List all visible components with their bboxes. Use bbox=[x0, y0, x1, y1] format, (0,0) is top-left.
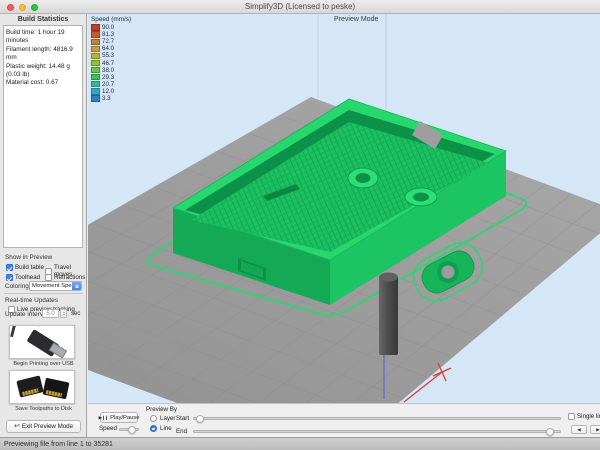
standoff-boss-hole bbox=[356, 173, 371, 183]
legend-swatch bbox=[91, 74, 100, 80]
legend-swatch bbox=[91, 88, 100, 94]
start-slider-label: Start bbox=[176, 415, 189, 422]
line-radio-label: Line bbox=[160, 425, 172, 432]
save-toolpaths-button[interactable] bbox=[9, 370, 75, 404]
sd-caption: Save Toolpaths to Disk bbox=[0, 406, 87, 412]
play-pause-icon: ▶❙❙ bbox=[99, 415, 109, 421]
build-table-label: Build table bbox=[15, 264, 44, 271]
3d-scene[interactable] bbox=[88, 14, 600, 403]
exit-preview-label: Exit Preview Mode bbox=[22, 423, 73, 430]
toolhead-checkbox[interactable] bbox=[6, 274, 13, 281]
title-bar: Simplify3D (Licensed to peske) bbox=[0, 0, 600, 14]
update-interval-field[interactable]: 5.0 bbox=[42, 309, 59, 318]
checkbox-retractions[interactable]: Retractions bbox=[45, 274, 85, 281]
legend-swatch bbox=[91, 67, 100, 73]
retractions-checkbox[interactable] bbox=[45, 274, 52, 281]
update-interval-unit: sec bbox=[71, 311, 80, 317]
usb-print-button[interactable] bbox=[9, 325, 75, 359]
sd-card-icon bbox=[16, 375, 43, 397]
exit-arrow-icon: ↩ bbox=[14, 424, 20, 430]
layer-radio-label: Layer bbox=[160, 415, 175, 422]
single-line-checkbox[interactable] bbox=[568, 413, 575, 420]
build-statistics-title: Build Statistics bbox=[0, 16, 86, 23]
checkbox-toolhead[interactable]: Toolhead bbox=[6, 274, 40, 281]
legend-swatch bbox=[91, 24, 100, 30]
preview-sidebar: Build Statistics Build time: 1 hour 19 m… bbox=[0, 14, 87, 437]
coloring-dropdown[interactable]: Movement Speed bbox=[29, 281, 82, 291]
legend-swatch bbox=[91, 60, 100, 66]
ear-hole bbox=[442, 266, 455, 279]
play-pause-label: Play/Pause bbox=[110, 415, 139, 421]
update-interval-stepper-icon[interactable] bbox=[60, 309, 67, 318]
preview-controls-bar: ▶❙❙ Play/Pause Speed Preview By Layer Li… bbox=[88, 403, 600, 437]
line-radio[interactable] bbox=[150, 425, 157, 432]
stat-plastic-weight: Plastic weight: 14.48 g (0.03 lb) bbox=[6, 63, 80, 80]
play-pause-button[interactable]: ▶❙❙ Play/Pause bbox=[100, 412, 138, 423]
toolhead-cylinder bbox=[379, 276, 398, 355]
exit-preview-button[interactable]: ↩ Exit Preview Mode bbox=[6, 420, 81, 433]
legend-swatch bbox=[91, 31, 100, 37]
end-slider-label: End bbox=[176, 428, 187, 435]
single-line-label: Single line or bbox=[577, 413, 600, 420]
usb-caption: Begin Printing over USB bbox=[0, 361, 87, 367]
layer-radio[interactable] bbox=[150, 415, 157, 422]
previous-line-button[interactable]: ◀ bbox=[571, 425, 587, 434]
legend-swatch bbox=[91, 39, 100, 45]
build-statistics-box: Build time: 1 hour 19 minutes Filament l… bbox=[3, 25, 83, 248]
window-title: Simplify3D (Licensed to peske) bbox=[0, 2, 600, 11]
speed-legend: Speed (mm/s) 90.0 81.3 72.7 64.0 55.3 46… bbox=[91, 16, 131, 102]
previous-icon: ◀ bbox=[577, 427, 580, 432]
coloring-value: Movement Speed bbox=[30, 283, 72, 289]
end-slider-knob[interactable] bbox=[546, 428, 554, 436]
dropdown-stepper-icon[interactable] bbox=[72, 282, 81, 290]
start-slider-track[interactable] bbox=[193, 417, 561, 420]
legend-swatch bbox=[91, 81, 100, 87]
stat-material-cost: Material cost: 0.67 bbox=[6, 79, 80, 87]
preview-mode-label: Preview Mode bbox=[334, 16, 378, 23]
stat-filament-length: Filament length: 4816.9 mm bbox=[6, 46, 80, 63]
preview-by-label: Preview By bbox=[146, 406, 177, 413]
stat-build-time: Build time: 1 hour 19 minutes bbox=[6, 29, 80, 46]
start-slider-knob[interactable] bbox=[196, 415, 204, 423]
toolhead-label: Toolhead bbox=[15, 274, 40, 281]
show-in-preview-label: Show in Preview bbox=[5, 254, 52, 261]
standoff-boss-hole bbox=[413, 193, 429, 202]
preview-3d-viewport[interactable]: Preview Mode Speed (mm/s) 90.0 81.3 72.7… bbox=[88, 14, 600, 403]
checkbox-build-table[interactable]: Build table bbox=[6, 264, 44, 271]
realtime-updates-label: Real-time Updates bbox=[5, 297, 58, 304]
retractions-label: Retractions bbox=[54, 274, 85, 281]
legend-title: Speed (mm/s) bbox=[91, 16, 131, 23]
toolhead-cap bbox=[379, 273, 398, 282]
end-slider-track[interactable] bbox=[193, 430, 561, 433]
panel-divider bbox=[4, 293, 83, 294]
speed-label: Speed bbox=[99, 425, 117, 432]
build-table-checkbox[interactable] bbox=[6, 264, 13, 271]
status-bar: Previewing file from line 1 to 35281 bbox=[0, 437, 600, 450]
speed-slider-knob[interactable] bbox=[128, 426, 136, 434]
coloring-label: Coloring: bbox=[5, 283, 31, 290]
app-window: Simplify3D (Licensed to peske) Build Sta… bbox=[0, 0, 600, 450]
status-text: Previewing file from line 1 to 35281 bbox=[4, 441, 113, 448]
next-line-button[interactable]: ▶ bbox=[590, 425, 600, 434]
legend-swatch bbox=[91, 46, 100, 52]
next-icon: ▶ bbox=[596, 427, 599, 432]
single-line-checkbox-row[interactable]: Single line or bbox=[568, 413, 600, 420]
legend-swatch bbox=[91, 95, 100, 101]
sd-card-icon bbox=[42, 378, 69, 400]
legend-swatch bbox=[91, 53, 100, 59]
